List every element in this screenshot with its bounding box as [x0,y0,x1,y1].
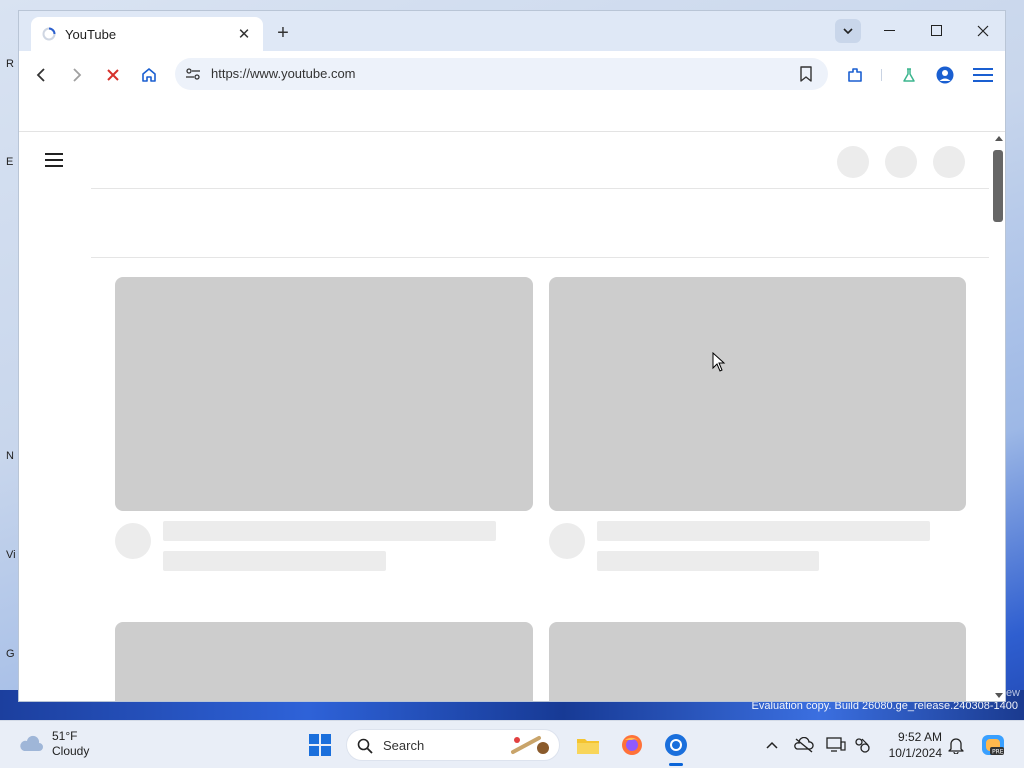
profile-icon[interactable] [933,63,957,87]
active-app-indicator [669,763,683,766]
header-placeholder-circle [885,146,917,178]
search-highlight-icon [509,734,551,761]
system-clock[interactable]: 9:52 AM 10/1/2024 [880,729,942,761]
chromium-browser-icon[interactable] [662,731,690,759]
guide-menu-icon[interactable] [45,152,65,168]
cloud-icon [20,735,43,751]
chevron-down-icon [843,28,853,34]
desktop-icon-label[interactable]: Vi [6,549,16,561]
video-thumbnail-placeholder [115,277,533,511]
search-icon [357,738,373,759]
close-window-button[interactable] [968,19,998,43]
weather-condition: Cloudy [52,744,90,758]
scroll-down-arrow-icon[interactable] [995,693,1003,698]
weather-temperature: 51°F [52,729,78,743]
scroll-up-arrow-icon[interactable] [995,136,1003,141]
forward-button[interactable] [65,63,89,87]
firefox-icon[interactable] [618,731,646,759]
tab-youtube[interactable]: YouTube ✕ [31,17,263,51]
channel-avatar-placeholder [115,523,151,559]
web-page [19,131,1005,701]
notifications-bell-icon[interactable] [946,735,966,755]
channel-avatar-placeholder [549,523,585,559]
file-explorer-icon[interactable] [574,731,602,759]
site-info-icon[interactable] [185,67,201,86]
meta-placeholder [597,551,819,571]
desktop-icon-label[interactable]: G [6,648,15,660]
stop-loading-button[interactable] [101,63,125,87]
toolbar-separator [881,69,882,81]
mouse-cursor-icon [712,352,726,372]
taskbar-search[interactable]: Search [346,729,560,761]
display-icon[interactable] [826,735,846,755]
extensions-icon[interactable] [843,63,867,87]
taskbar: 51°F Cloudy Search 9:52 AM 10/1/2024 PRE [0,720,1024,768]
header-divider [91,188,989,189]
tab-strip: YouTube ✕ + [19,11,1005,51]
video-thumbnail-placeholder [549,277,966,511]
tab-search-button[interactable] [835,19,861,43]
bookmark-icon[interactable] [800,66,812,87]
watermark-fragment: ew [1005,687,1020,699]
new-tab-button[interactable]: + [271,21,295,45]
labs-flask-icon[interactable] [897,63,921,87]
chevron-up-icon[interactable] [762,735,782,755]
svg-text:PRE: PRE [992,749,1004,756]
copilot-icon[interactable]: PRE [980,732,1006,758]
video-thumbnail-placeholder [549,622,966,701]
minimize-button[interactable] [875,19,905,43]
url-text[interactable]: https://www.youtube.com [211,66,356,81]
menu-icon[interactable] [971,63,995,87]
close-tab-icon[interactable]: ✕ [235,25,253,43]
address-bar[interactable]: https://www.youtube.com [175,58,828,90]
scrollbar-thumb[interactable] [993,150,1003,222]
desktop-icon-label[interactable]: N [6,450,14,462]
browser-window: YouTube ✕ + https://www.youtube.com [18,10,1006,702]
start-windows-icon[interactable] [306,731,334,759]
header-placeholder-circle [933,146,965,178]
back-button[interactable] [29,63,53,87]
title-placeholder [163,521,496,541]
header-placeholder-circle [837,146,869,178]
weather-widget[interactable]: 51°F Cloudy [18,729,89,759]
desktop-icon-label[interactable]: R [6,58,14,70]
accessibility-settings-icon[interactable] [852,735,872,755]
loading-favicon-icon [41,26,57,42]
title-placeholder [597,521,930,541]
meta-placeholder [163,551,386,571]
chips-divider [91,257,989,258]
maximize-button[interactable] [922,19,952,43]
page-scrollbar[interactable] [991,132,1005,701]
home-button[interactable] [137,63,161,87]
browser-toolbar: https://www.youtube.com [19,51,1005,99]
clock-date: 10/1/2024 [888,746,942,760]
clock-time: 9:52 AM [897,730,942,744]
search-label: Search [383,738,425,753]
desktop-icon-label[interactable]: E [6,156,13,168]
tab-title: YouTube [65,26,117,42]
network-offline-icon[interactable] [794,735,814,755]
video-thumbnail-placeholder [115,622,533,701]
